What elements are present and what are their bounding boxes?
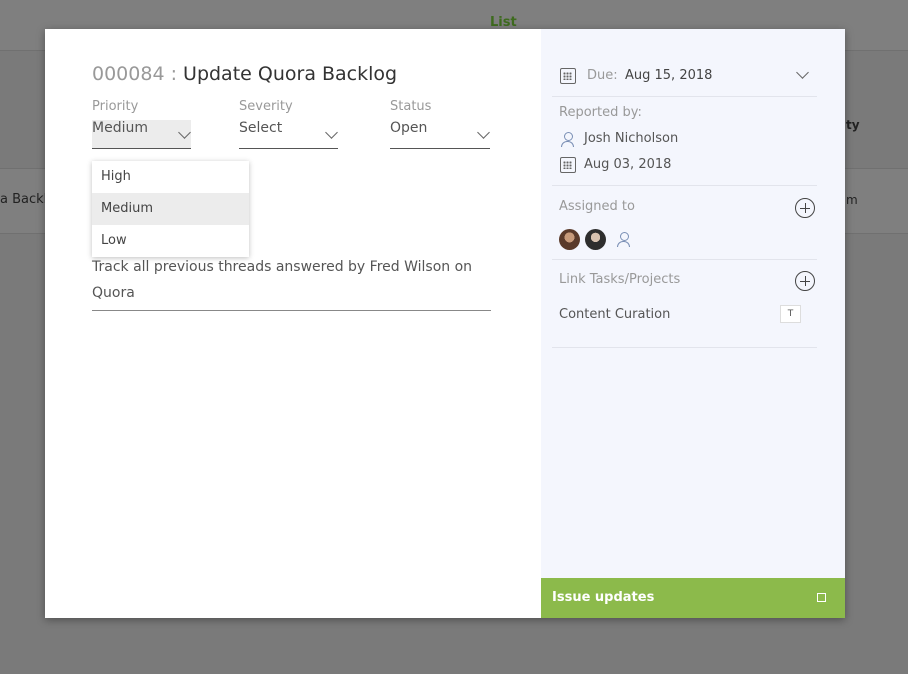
priority-option-low[interactable]: Low [92,225,249,257]
priority-option-high[interactable]: High [92,161,249,193]
status-value: Open [390,120,428,136]
priority-value: Medium [92,120,148,136]
priority-select[interactable]: Medium [92,120,191,149]
priority-dropdown-menu: High Medium Low [92,161,249,257]
issue-updates-bar[interactable]: Issue updates [541,578,845,618]
link-tasks-label: Link Tasks/Projects [559,272,681,287]
background-column-header: ty [846,118,860,132]
severity-field: Severity Select [239,99,338,149]
severity-label: Severity [239,99,293,114]
priority-option-medium[interactable]: Medium [92,193,249,225]
background-row-text: a Backl [0,192,48,207]
severity-select[interactable]: Select [239,120,338,149]
divider [552,185,817,186]
divider [552,347,817,348]
issue-description[interactable]: Track all previous threads answered by F… [92,254,491,311]
status-field: Status Open [390,99,490,149]
chevron-down-icon [796,66,809,79]
checkbox-icon[interactable] [817,593,826,602]
calendar-icon [560,68,576,84]
background-row-text-right: m [846,193,858,207]
due-date-picker[interactable]: Due: Aug 15, 2018 [559,65,815,95]
chevron-down-icon [477,126,490,139]
issue-title[interactable]: 000084 : Update Quora Backlog [92,63,397,85]
severity-value: Select [239,120,283,136]
add-assignee-button[interactable] [795,198,815,218]
avatar[interactable] [585,229,606,250]
due-value: Aug 15, 2018 [625,68,713,83]
person-icon [560,131,576,147]
background-tab-list: List [490,15,517,30]
chevron-down-icon [178,126,191,139]
avatar[interactable] [559,229,580,250]
divider [552,259,817,260]
reporter-name: Josh Nicholson [584,131,679,146]
person-icon[interactable] [616,231,632,247]
chevron-down-icon [325,126,338,139]
issue-sidebar: Due: Aug 15, 2018 Reported by: Josh Nich… [541,29,845,618]
issue-main-pane: 000084 : Update Quora Backlog Priority M… [45,29,541,618]
task-type-badge: T [780,305,801,323]
priority-label: Priority [92,99,139,114]
linked-task-name[interactable]: Content Curation [559,307,670,322]
issue-detail-modal: 000084 : Update Quora Backlog Priority M… [45,29,845,618]
add-link-button[interactable] [795,271,815,291]
reported-by-label: Reported by: [559,105,642,120]
calendar-icon [560,157,576,173]
priority-field: Priority Medium [92,99,191,149]
issue-updates-label: Issue updates [552,590,655,605]
issue-title-text: Update Quora Backlog [183,63,398,85]
due-label: Due: [587,68,618,83]
assigned-to-label: Assigned to [559,199,635,214]
status-select[interactable]: Open [390,120,490,149]
status-label: Status [390,99,432,114]
divider [552,96,817,97]
reported-date: Aug 03, 2018 [584,157,672,172]
issue-number: 000084 : [92,63,177,85]
